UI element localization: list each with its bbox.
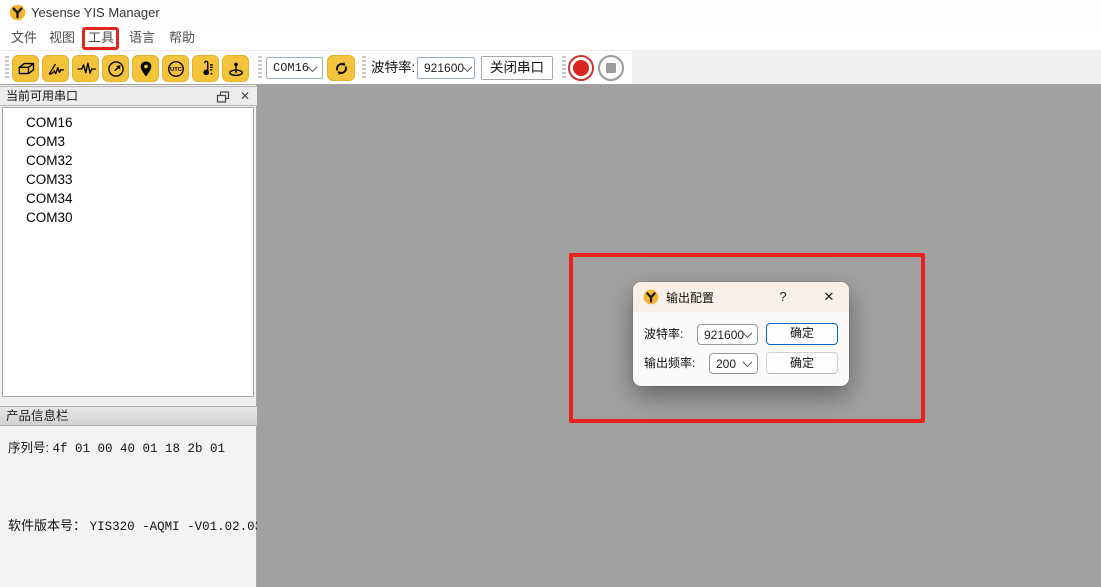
toolbar-icon-group: UTC	[12, 55, 249, 82]
product-info-header: 产品信息栏	[0, 406, 257, 426]
stop-button[interactable]	[598, 55, 624, 81]
toolbar-button-angle-plot[interactable]	[42, 55, 69, 82]
list-item-com-port[interactable]: COM3	[3, 132, 253, 151]
com-port-value: COM16	[273, 61, 309, 75]
chevron-down-icon	[743, 328, 753, 338]
toolbar-button-temperature[interactable]	[192, 55, 219, 82]
menu-help[interactable]: 帮助	[166, 26, 198, 50]
magnetic-pin-icon	[226, 59, 246, 79]
chevron-down-icon	[463, 62, 473, 72]
toolbar-button-waveform[interactable]	[72, 55, 99, 82]
baud-rate-value: 921600	[424, 61, 464, 75]
serial-number-value: 4f 01 00 40 01 18 2b 01	[52, 442, 225, 456]
toolbar-drag-handle[interactable]	[5, 56, 9, 79]
menu-language[interactable]: 语言	[126, 26, 158, 50]
list-item-com-port[interactable]: COM16	[3, 113, 253, 132]
gauge-icon	[106, 59, 126, 79]
toolbar-drag-handle[interactable]	[258, 56, 262, 79]
baud-rate-label: 波特率:	[371, 51, 415, 84]
software-version-value: YIS320 -AQMI -V01.02.03;	[90, 520, 270, 534]
com-port-list[interactable]: COM16 COM3 COM32 COM33 COM34 COM30	[2, 107, 254, 397]
3d-cube-icon	[16, 59, 36, 79]
dock-header: 当前可用串口 ✕	[0, 86, 257, 106]
toolbar-button-location[interactable]	[132, 55, 159, 82]
dialog-freq-label: 输出频率:	[644, 353, 695, 374]
com-port-select[interactable]: COM16	[266, 57, 323, 79]
refresh-arrows-icon	[332, 59, 351, 78]
toolbar-button-3d-view[interactable]	[12, 55, 39, 82]
dock-title: 当前可用串口	[6, 87, 78, 105]
app-logo-icon	[643, 289, 659, 305]
product-info-panel: 序列号: 4f 01 00 40 01 18 2b 01 软件版本号： YIS3…	[0, 426, 256, 587]
dock-close-icon[interactable]: ✕	[238, 88, 252, 105]
serial-port-dock: 当前可用串口 ✕ COM16 COM3 COM32 COM33 COM34 CO…	[0, 85, 257, 587]
dialog-freq-value: 200	[716, 357, 736, 371]
toolbar-drag-handle[interactable]	[362, 56, 366, 79]
toolbar-button-utc-time[interactable]: UTC	[162, 55, 189, 82]
svg-text:UTC: UTC	[170, 67, 183, 73]
float-panel-icon[interactable]	[216, 90, 230, 104]
software-version-label: 软件版本号：	[8, 518, 86, 533]
menu-view[interactable]: 视图	[46, 26, 78, 50]
window-titlebar: Yesense YIS Manager	[0, 0, 1101, 26]
dialog-help-button[interactable]: ?	[773, 282, 793, 312]
dialog-close-icon[interactable]: ✕	[817, 282, 841, 312]
dialog-baud-ok-button[interactable]: 确定	[766, 323, 838, 345]
dialog-freq-ok-button[interactable]: 确定	[766, 352, 838, 374]
utc-clock-icon: UTC	[166, 59, 186, 79]
list-item-com-port[interactable]: COM34	[3, 189, 253, 208]
list-item-com-port[interactable]: COM30	[3, 208, 253, 227]
menu-file[interactable]: 文件	[8, 26, 40, 50]
dialog-baud-label: 波特率:	[644, 324, 683, 345]
close-serial-button[interactable]: 关闭串口	[481, 56, 553, 80]
dialog-baud-value: 921600	[704, 328, 744, 342]
toolbar-drag-handle[interactable]	[562, 56, 566, 79]
list-item-com-port[interactable]: COM32	[3, 151, 253, 170]
record-button[interactable]	[568, 55, 594, 81]
red-annotation-menu-tools	[82, 27, 119, 50]
refresh-ports-button[interactable]	[327, 55, 355, 81]
record-circle-icon	[573, 60, 589, 76]
app-logo-icon	[9, 4, 26, 21]
dialog-title: 输出配置	[666, 289, 714, 306]
signal-waveform-icon	[76, 59, 96, 79]
angle-waveform-icon	[46, 59, 66, 79]
software-version-row: 软件版本号： YIS320 -AQMI -V01.02.03;	[8, 515, 270, 534]
list-item-com-port[interactable]: COM33	[3, 170, 253, 189]
baud-rate-select[interactable]: 921600	[417, 57, 475, 79]
stop-square-icon	[606, 63, 616, 73]
toolbar-button-gauge[interactable]	[102, 55, 129, 82]
location-pin-icon	[136, 59, 156, 79]
output-config-dialog: 输出配置 ? ✕ 波特率: 921600 确定 输出频率: 200 确定	[633, 282, 849, 386]
dialog-baud-select[interactable]: 921600	[697, 324, 758, 345]
serial-number-label: 序列号:	[8, 441, 49, 455]
thermometer-icon	[196, 59, 216, 79]
chevron-down-icon	[308, 62, 318, 72]
product-info-title: 产品信息栏	[6, 407, 69, 425]
window-title: Yesense YIS Manager	[31, 0, 160, 26]
dialog-freq-select[interactable]: 200	[709, 353, 758, 374]
serial-number-row: 序列号: 4f 01 00 40 01 18 2b 01	[8, 437, 225, 456]
toolbar-button-calibration[interactable]	[222, 55, 249, 82]
chevron-down-icon	[743, 357, 753, 367]
